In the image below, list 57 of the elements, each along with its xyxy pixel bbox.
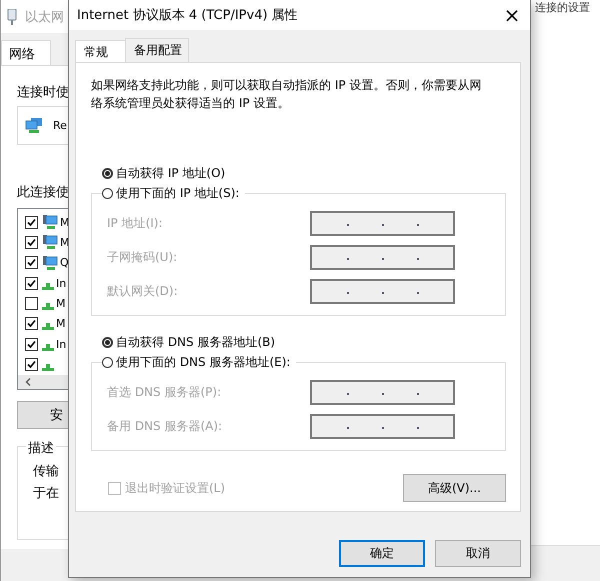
group-title: 描述: [26, 439, 56, 457]
tab[interactable]: 常规: [75, 40, 126, 62]
description-text: 传输: [33, 463, 60, 481]
field-label: 首选 DNS 服务器(P):: [107, 384, 222, 400]
checkbox[interactable]: [25, 256, 38, 270]
adapter-name: Re: [53, 119, 67, 132]
checkbox[interactable]: [25, 317, 38, 330]
field-label: 备用 DNS 服务器(A):: [107, 418, 224, 434]
checkbox[interactable]: [25, 358, 38, 371]
network-computer-icon: [25, 118, 43, 134]
checkbox[interactable]: [25, 216, 38, 229]
radio-button[interactable]: [102, 168, 113, 179]
protocol-icon: [42, 364, 54, 371]
ip-address-field[interactable]: [310, 380, 455, 404]
protocol-icon: [42, 282, 54, 290]
tab[interactable]: 备用配置: [125, 38, 189, 62]
field-label: IP 地址(I):: [107, 214, 164, 232]
checkbox[interactable]: [25, 296, 38, 310]
ip-address-field[interactable]: [310, 278, 455, 304]
list-item[interactable]: In: [56, 338, 66, 351]
tab[interactable]: 网络: [1, 40, 51, 65]
window-title: Internet 协议版本 4 (TCP/IPv4) 属性: [77, 7, 298, 24]
cancel-button[interactable]: 取消: [435, 540, 521, 567]
ok-button[interactable]: 确定: [339, 540, 425, 567]
ip-address-field[interactable]: [310, 414, 455, 438]
advanced-button[interactable]: 高级(V)...: [403, 474, 506, 502]
protocol-icon: [42, 302, 54, 310]
network-computer-icon: [42, 234, 58, 250]
list-item[interactable]: Q: [60, 256, 69, 270]
radio-label[interactable]: 自动获得 IP 地址(O): [116, 165, 226, 182]
network-computer-icon: [42, 254, 58, 271]
checkbox[interactable]: [25, 276, 38, 290]
checkbox[interactable]: [25, 338, 38, 351]
list-item[interactable]: M: [56, 296, 66, 310]
network-computer-icon: [42, 214, 58, 230]
intro-text: 如果网络支持此功能，则可以获取自动指派的 IP 设置。否则，你需要从网络系统管理员处获得适当的 IP 设置。: [91, 77, 482, 112]
checkbox[interactable]: [25, 236, 38, 249]
field-label: 子网掩码(U):: [107, 248, 178, 266]
radio-button[interactable]: [102, 357, 113, 368]
label: 连接时使: [17, 84, 70, 101]
label: 此连接使: [17, 184, 70, 201]
list-item[interactable]: M: [56, 317, 66, 330]
ip-address-field[interactable]: [310, 210, 455, 236]
description-text: 于在: [33, 485, 60, 503]
radio-button[interactable]: [102, 188, 113, 199]
ip-address-field[interactable]: [310, 244, 455, 270]
scroll-left-icon[interactable]: [25, 378, 31, 386]
cable-icon: [7, 8, 17, 24]
list-item[interactable]: In: [56, 276, 66, 290]
window-title: 以太网: [25, 8, 64, 26]
protocol-icon: [42, 344, 54, 351]
radio-button[interactable]: [102, 337, 113, 348]
radio-label[interactable]: 自动获得 DNS 服务器地址(B): [116, 334, 276, 351]
window-title: 连接的设置: [535, 0, 590, 15]
protocol-icon: [42, 323, 54, 330]
field-label: 默认网关(D):: [107, 282, 179, 300]
close-button[interactable]: ×: [494, 1, 530, 29]
